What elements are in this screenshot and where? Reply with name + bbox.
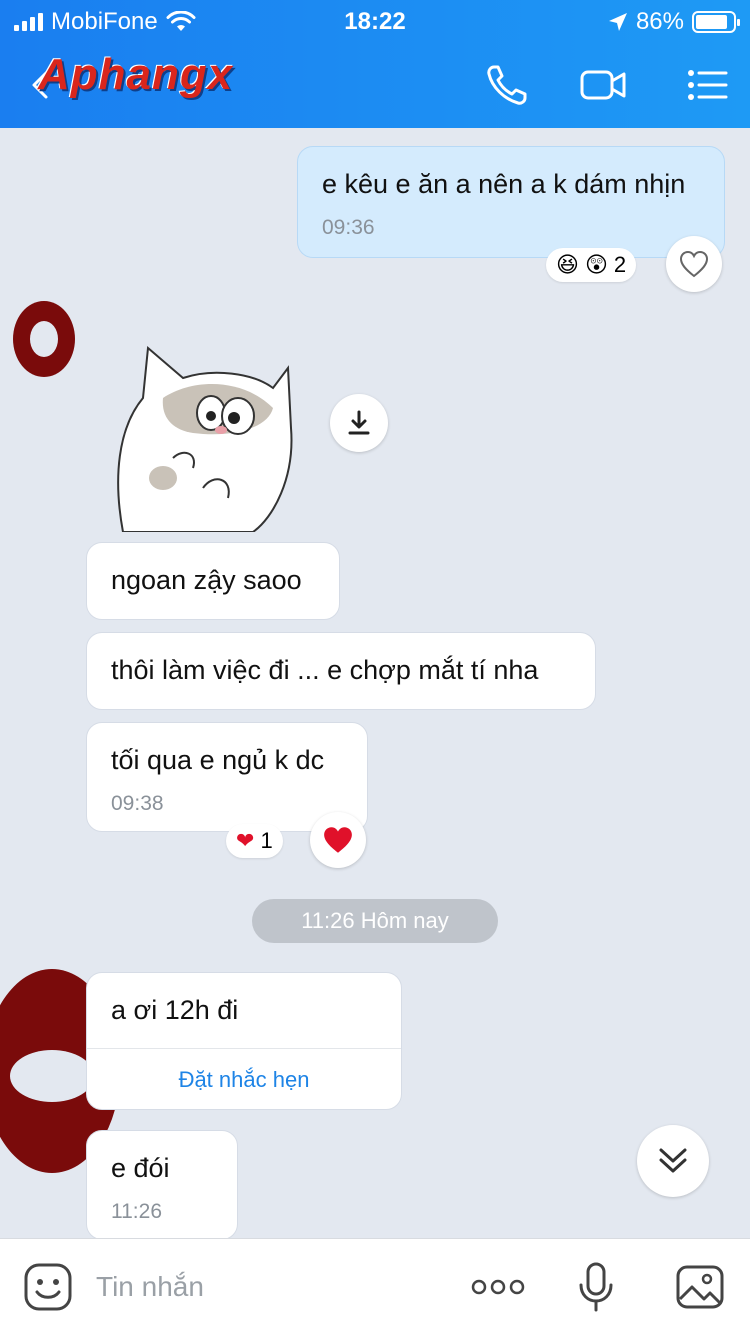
heart-filled-icon (324, 827, 352, 853)
battery-percent: 86% (635, 8, 684, 35)
set-reminder-link[interactable]: Đặt nhắc hẹn (87, 1048, 401, 1111)
message-text: e đói (111, 1153, 170, 1183)
message-bubble-incoming[interactable]: a ơi 12h đi Đặt nhắc hẹn (86, 972, 402, 1110)
chat-header: MobiFone 18:22 86% Aphangx (0, 0, 750, 128)
message-time: 11:26 (111, 1200, 162, 1223)
download-button[interactable] (330, 394, 388, 452)
image-gallery-icon[interactable] (674, 1261, 726, 1313)
phone-call-icon[interactable] (482, 60, 532, 110)
message-bubble-incoming[interactable]: thôi làm việc đi ... e chợp mắt tí nha (86, 632, 596, 710)
location-arrow-icon (608, 13, 627, 31)
reaction-summary[interactable]: ❤ 1 (226, 824, 283, 858)
message-bubble-incoming[interactable]: e đói 11:26 (86, 1130, 238, 1238)
heart-outline-icon (679, 250, 709, 278)
message-time: 09:36 (322, 216, 375, 239)
double-chevron-down-icon (659, 1148, 687, 1173)
download-icon (348, 410, 370, 435)
surprised-emoji-icon: 😲 (584, 252, 608, 277)
scroll-to-bottom-button[interactable] (637, 1125, 709, 1197)
heart-emoji-icon: ❤ (236, 828, 255, 853)
reaction-count: 1 (260, 828, 273, 853)
react-heart-button[interactable] (666, 236, 722, 292)
message-bubble-incoming[interactable]: ngoan zậy saoo (86, 542, 340, 620)
cat-sticker-icon (117, 345, 293, 533)
date-separator: 11:26 Hôm nay (252, 899, 498, 943)
status-bar: MobiFone 18:22 86% (0, 6, 750, 38)
message-bubble-outgoing[interactable]: e kêu e ăn a nên a k dám nhịn 09:36 (297, 146, 725, 258)
lips-mark-icon (13, 301, 75, 377)
message-list[interactable]: e kêu e ăn a nên a k dám nhịn 09:36 😆 😲 … (0, 128, 750, 1238)
battery-icon (692, 11, 740, 33)
reaction-summary[interactable]: 😆 😲 2 (546, 248, 637, 282)
react-heart-button[interactable] (310, 812, 366, 868)
cat-sticker[interactable] (103, 338, 293, 533)
message-text: thôi làm việc đi ... e chợp mắt tí nha (111, 655, 539, 685)
message-text: ngoan zậy saoo (111, 565, 302, 595)
laughing-emoji-icon: 😆 (556, 252, 579, 277)
message-input[interactable]: Tin nhắn (96, 1271, 204, 1303)
message-text: e kêu e ăn a nên a k dám nhịn (322, 169, 686, 199)
message-time: 09:38 (111, 792, 164, 815)
watermark-logo: Aphangx (38, 50, 234, 99)
video-call-icon[interactable] (578, 60, 628, 110)
sticker-emoji-icon[interactable] (22, 1261, 74, 1313)
message-text: tối qua e ngủ k dc (111, 745, 325, 775)
microphone-icon[interactable] (570, 1261, 622, 1313)
menu-list-icon[interactable] (682, 60, 732, 110)
more-options-icon[interactable] (470, 1261, 526, 1313)
message-input-bar: Tin nhắn (0, 1238, 750, 1334)
reaction-count: 2 (613, 252, 627, 277)
message-text: a ơi 12h đi (111, 995, 239, 1025)
